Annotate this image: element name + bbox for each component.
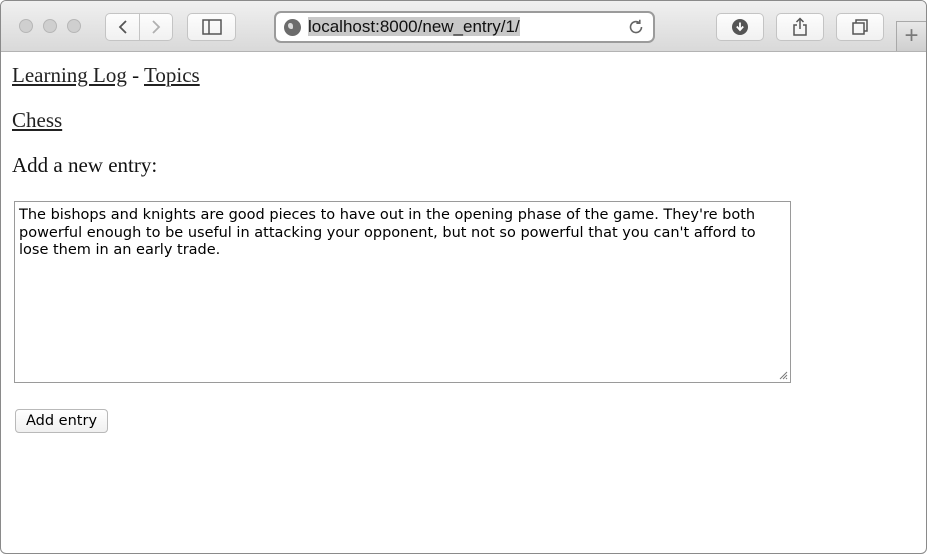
entry-textarea[interactable]: The bishops and knights are good pieces …	[14, 201, 791, 383]
minimize-window-button[interactable]	[43, 19, 57, 33]
topic-breadcrumb: Chess	[12, 107, 62, 133]
address-bar[interactable]: localhost:8000/new_entry/1/	[274, 11, 655, 43]
sidebar-toggle-button[interactable]	[187, 13, 236, 41]
page-content: Learning Log - Topics Chess Add a new en…	[1, 52, 926, 553]
home-link[interactable]: Learning Log	[12, 63, 127, 87]
topics-link[interactable]: Topics	[144, 63, 200, 87]
zoom-window-button[interactable]	[67, 19, 81, 33]
chevron-left-icon	[118, 20, 127, 34]
tabs-icon	[852, 19, 868, 35]
reload-icon[interactable]	[627, 18, 645, 36]
share-button[interactable]	[776, 13, 824, 41]
new-tab-button[interactable]: +	[896, 21, 926, 51]
resize-grip-icon[interactable]	[778, 370, 788, 380]
share-icon	[793, 17, 807, 36]
close-window-button[interactable]	[19, 19, 33, 33]
add-entry-button[interactable]: Add entry	[15, 409, 109, 433]
browser-window: localhost:8000/new_entry/1/ + Learning L…	[0, 0, 927, 554]
page-heading: Add a new entry:	[12, 153, 158, 177]
downloads-button[interactable]	[716, 13, 764, 41]
address-text[interactable]: localhost:8000/new_entry/1/	[308, 16, 520, 38]
download-icon	[732, 19, 748, 35]
tabs-overview-button[interactable]	[836, 13, 884, 41]
nav-separator: -	[126, 63, 144, 87]
chevron-right-icon	[152, 20, 161, 34]
sidebar-icon	[201, 19, 222, 35]
forward-button[interactable]	[140, 13, 173, 41]
globe-icon	[284, 19, 301, 36]
topic-link[interactable]: Chess	[12, 108, 62, 132]
site-nav: Learning Log - Topics	[12, 62, 200, 88]
browser-toolbar: localhost:8000/new_entry/1/ +	[1, 1, 926, 52]
entry-text: The bishops and knights are good pieces …	[19, 207, 756, 258]
back-button[interactable]	[105, 13, 140, 41]
